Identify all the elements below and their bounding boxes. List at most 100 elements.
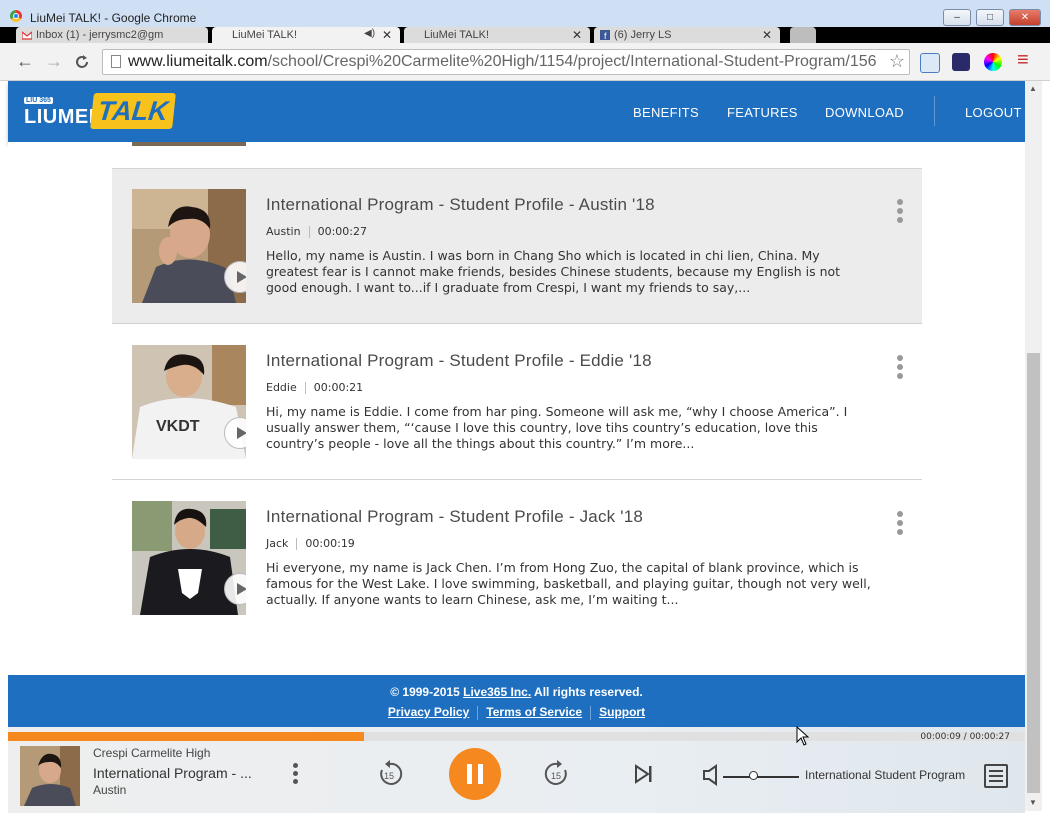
profile-thumbnail[interactable] [132,189,246,303]
list-item[interactable]: International Program - Student Profile … [112,169,922,324]
company-link[interactable]: Live365 Inc. [463,685,531,699]
profile-author[interactable]: Austin [266,225,301,238]
reload-icon[interactable] [74,54,90,70]
bookmark-star-icon[interactable]: ☆ [889,51,905,72]
profile-title[interactable]: International Program - Student Profile … [266,351,652,371]
extension-icon[interactable] [952,53,970,71]
chrome-logo-icon [10,10,22,22]
more-options-icon[interactable] [896,199,904,227]
forward-button[interactable]: → [45,51,63,72]
svg-text:15: 15 [384,771,394,781]
liumei-talk-logo[interactable]: LIU 365 LIUMEI TALK [24,91,184,133]
player-more-options-icon[interactable] [293,763,299,787]
nav-logout[interactable]: LOGOUT [965,105,1022,120]
logo-talk: TALK [90,93,176,129]
profile-thumbnail[interactable]: VKDT [132,345,246,459]
profile-author[interactable]: Eddie [266,381,297,394]
profile-author[interactable]: Jack [266,537,288,550]
close-window-button[interactable]: ✕ [1009,9,1041,26]
profile-duration: 00:00:19 [305,537,355,550]
tab-strip: Inbox (1) - jerrysmc2@gm LiuMei TALK! ◀)… [0,27,1050,43]
tab-facebook[interactable]: f (6) Jerry LS ✕ [594,27,780,43]
privacy-policy-link[interactable]: Privacy Policy [388,705,469,719]
volume-knob[interactable] [749,771,759,780]
profile-title[interactable]: International Program - Student Profile … [266,195,655,215]
rewind-15-icon[interactable]: 15 [376,760,404,788]
tab-label: (6) Jerry LS [614,29,672,41]
scrollbar-thumb[interactable] [1027,353,1040,793]
nav-download[interactable]: DOWNLOAD [825,105,904,120]
scroll-down-icon[interactable]: ▼ [1029,798,1037,807]
now-playing-title[interactable]: International Program - ... [93,765,252,781]
volume-slider[interactable] [723,776,799,778]
profile-description: Hi everyone, my name is Jack Chen. I’m f… [266,560,871,607]
playlist-name[interactable]: International Student Program [805,768,965,782]
copyright: © 1999-2015 Live365 Inc. All rights rese… [390,685,643,699]
profile-description: Hi, my name is Eddie. I come from har pi… [266,404,848,451]
nav-features[interactable]: FEATURES [727,105,798,120]
back-button[interactable]: ← [16,51,34,72]
scroll-up-icon[interactable]: ▲ [1029,84,1037,93]
profile-meta: Eddie 00:00:21 [266,381,363,394]
tab-liumei-active[interactable]: LiuMei TALK! ◀) ✕ [212,27,400,43]
profile-meta: Jack 00:00:19 [266,537,355,550]
svg-text:15: 15 [551,771,561,781]
volume-icon[interactable] [702,764,724,786]
profile-thumbnail[interactable] [132,501,246,615]
svg-text:VKDT: VKDT [156,418,200,435]
more-options-icon[interactable] [896,355,904,383]
audio-playing-icon: ◀) [364,28,376,39]
address-bar[interactable]: www.liumeitalk.com/school/Crespi%20Carme… [102,49,910,75]
pause-button[interactable] [449,748,501,800]
site-footer: © 1999-2015 Live365 Inc. All rights rese… [8,675,1025,727]
list-item[interactable]: International Program - Student Profile … [112,481,922,636]
new-tab-button[interactable] [790,27,816,43]
nav-benefits[interactable]: BENEFITS [633,105,699,120]
progress-fill [8,732,364,741]
site-header: LIU 365 LIUMEI TALK BENEFITS FEATURES DO… [8,81,1025,142]
terms-of-service-link[interactable]: Terms of Service [486,705,582,719]
previous-item-thumbnail [132,142,246,146]
more-options-icon[interactable] [896,511,904,539]
tab-close-icon[interactable]: ✕ [572,28,582,42]
list-item[interactable]: VKDT International Program - Student Pro… [112,325,922,480]
tab-close-icon[interactable]: ✕ [762,28,772,42]
gmail-icon [22,31,32,40]
logo-liumei: LIUMEI [24,106,95,128]
tab-liumei[interactable]: LiuMei TALK! ✕ [404,27,590,43]
profile-duration: 00:00:21 [313,381,364,394]
window-titlebar: LiuMei TALK! - Google Chrome – □ ✕ [0,0,1050,30]
skip-next-icon[interactable] [634,764,654,784]
profile-meta: Austin 00:00:27 [266,225,367,238]
playback-time: 00:00:09 / 00:00:27 [920,732,1010,742]
window-title: LiuMei TALK! - Google Chrome [30,11,197,25]
footer-links: Privacy Policy Terms of Service Support [8,705,1025,720]
url-text[interactable]: www.liumeitalk.com/school/Crespi%20Carme… [128,53,888,71]
facebook-icon: f [600,30,610,40]
profile-title[interactable]: International Program - Student Profile … [266,507,643,527]
support-link[interactable]: Support [599,705,645,719]
tab-close-icon[interactable]: ✕ [382,28,392,42]
forward-15-icon[interactable]: 15 [543,760,571,788]
mouse-cursor-icon [796,726,810,746]
nav-divider [934,96,935,126]
progress-bar[interactable] [8,732,1025,741]
tab-label: Inbox (1) - jerrysmc2@gm [36,29,164,41]
profile-list: International Program - Student Profile … [8,142,1025,675]
maximize-button[interactable]: □ [976,9,1004,26]
tab-label: LiuMei TALK! [424,29,490,41]
profile-description: Hello, my name is Austin. I was born in … [266,248,841,295]
color-wheel-extension-icon[interactable] [984,53,1002,71]
tab-gmail[interactable]: Inbox (1) - jerrysmc2@gm [16,27,208,43]
minimize-button[interactable]: – [943,9,971,26]
page-icon [111,55,121,68]
audio-player: 00:00:09 / 00:00:27 Crespi Carmelite Hig… [8,727,1025,813]
folder-extension-icon[interactable] [920,53,940,73]
now-playing-thumbnail [20,746,80,806]
playlist-queue-icon[interactable] [984,764,1008,788]
browser-toolbar: ← → www.liumeitalk.com/school/Crespi%20C… [0,43,1050,81]
tab-label: LiuMei TALK! [232,29,298,41]
logo-badge: LIU 365 [24,97,53,104]
now-playing-school: Crespi Carmelite High [93,746,211,760]
chrome-menu-icon[interactable]: ≡ [1017,49,1029,72]
